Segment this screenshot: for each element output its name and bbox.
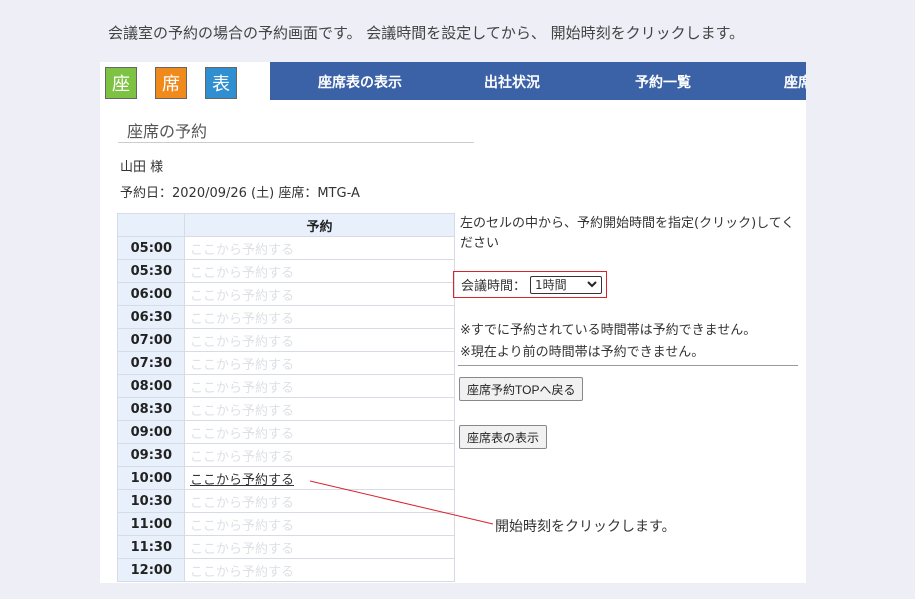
app-frame: 座 席 表 座席表の表示 出社状況 予約一覧 座席 座席の予約 山田 様 予約日… — [100, 62, 806, 583]
navbar: 座席表の表示 出社状況 予約一覧 座席 — [270, 62, 806, 100]
time-cell: 06:30 — [117, 305, 185, 329]
table-row: 07:00 ここから予約する — [117, 328, 455, 352]
note-booked: ※すでに予約されている時間帯は予約できません。 — [460, 323, 757, 338]
nav-item-reservation-list[interactable]: 予約一覧 — [635, 72, 691, 92]
time-slot-table: 予約 05:00 ここから予約する 05:30 ここから予約する 06:00 ここから予約… — [117, 213, 455, 582]
reserve-from-here-link[interactable]: ここから予約する — [190, 335, 294, 350]
page-title: 座席の予約 — [127, 122, 208, 141]
slot-cell: ここから予約する — [184, 259, 455, 283]
table-row: 09:00 ここから予約する — [117, 420, 455, 444]
table-header: 予約 — [184, 213, 455, 237]
slot-cell: ここから予約する — [184, 535, 455, 559]
notes-divider — [458, 365, 798, 366]
instruction-text: 左のセルの中から、予約開始時間を指定(クリック)してください — [460, 216, 795, 251]
time-cell: 05:00 — [117, 236, 185, 260]
time-cell: 11:00 — [117, 512, 185, 536]
reservation-info: 予約日：2020/09/26 (土) 座席：MTG-A — [120, 186, 360, 201]
duration-box: 会議時間： 1時間 — [453, 271, 607, 298]
table-row: 11:30 ここから予約する — [117, 535, 455, 559]
time-cell: 05:30 — [117, 259, 185, 283]
slot-cell: ここから予約する — [184, 351, 455, 375]
logo: 座 席 表 — [105, 67, 255, 99]
reserve-from-here-link[interactable]: ここから予約する — [190, 496, 294, 511]
reserve-from-here-link[interactable]: ここから予約する — [190, 473, 294, 488]
slot-cell: ここから予約する — [184, 443, 455, 467]
table-row: 12:00 ここから予約する — [117, 558, 455, 582]
nav-item-seat-chart[interactable]: 座席表の表示 — [318, 72, 402, 92]
reserve-from-here-link[interactable]: ここから予約する — [190, 450, 294, 465]
table-row: 11:00 ここから予約する — [117, 512, 455, 536]
reserve-from-here-link[interactable]: ここから予約する — [190, 427, 294, 442]
reserve-from-here-link[interactable]: ここから予約する — [190, 266, 294, 281]
logo-box-3: 表 — [205, 67, 237, 99]
title-divider — [118, 142, 474, 143]
table-row: 05:30 ここから予約する — [117, 259, 455, 283]
slot-cell: ここから予約する — [184, 489, 455, 513]
slot-cell: ここから予約する — [184, 236, 455, 260]
time-cell: 10:30 — [117, 489, 185, 513]
nav-item-attendance[interactable]: 出社状況 — [484, 72, 540, 92]
table-row: 08:30 ここから予約する — [117, 397, 455, 421]
time-cell: 07:30 — [117, 351, 185, 375]
slot-cell: ここから予約する — [184, 466, 455, 490]
reserve-from-here-link[interactable]: ここから予約する — [190, 565, 294, 580]
reserve-from-here-link[interactable]: ここから予約する — [190, 542, 294, 557]
note-past: ※現在より前の時間帯は予約できません。 — [460, 345, 705, 360]
chevron-down-icon — [587, 281, 597, 288]
table-row: 05:00 ここから予約する — [117, 236, 455, 260]
duration-select[interactable]: 1時間 — [530, 275, 603, 294]
reserve-from-here-link[interactable]: ここから予約する — [190, 289, 294, 304]
duration-value: 1時間 — [535, 278, 567, 292]
time-cell: 09:00 — [117, 420, 185, 444]
duration-label: 会議時間： — [461, 279, 527, 294]
reserve-from-here-link[interactable]: ここから予約する — [190, 404, 294, 419]
slot-cell: ここから予約する — [184, 328, 455, 352]
table-row: 09:30 ここから予約する — [117, 443, 455, 467]
table-row: 10:00 ここから予約する — [117, 466, 455, 490]
user-name: 山田 様 — [120, 160, 164, 175]
reserve-from-here-link[interactable]: ここから予約する — [190, 312, 294, 327]
slot-cell: ここから予約する — [184, 397, 455, 421]
slot-cell: ここから予約する — [184, 558, 455, 582]
caption-top: 会議室の予約の場合の予約画面です。 会議時間を設定してから、 開始時刻をクリック… — [108, 24, 745, 42]
time-cell: 08:30 — [117, 397, 185, 421]
slot-cell: ここから予約する — [184, 420, 455, 444]
nav-item-seat[interactable]: 座席 — [784, 72, 806, 92]
reserve-from-here-link[interactable]: ここから予約する — [190, 381, 294, 396]
logo-box-2: 席 — [155, 67, 187, 99]
back-to-top-button[interactable]: 座席予約TOPへ戻る — [459, 377, 584, 401]
seat-chart-button[interactable]: 座席表の表示 — [459, 425, 548, 449]
time-cell: 10:00 — [117, 466, 185, 490]
table-row: 08:00 ここから予約する — [117, 374, 455, 398]
table-row: 07:30 ここから予約する — [117, 351, 455, 375]
table-corner — [117, 213, 185, 237]
logo-box-1: 座 — [105, 67, 137, 99]
time-cell: 11:30 — [117, 535, 185, 559]
slot-cell: ここから予約する — [184, 305, 455, 329]
time-cell: 06:00 — [117, 282, 185, 306]
time-cell: 12:00 — [117, 558, 185, 582]
table-row: 10:30 ここから予約する — [117, 489, 455, 513]
reserve-from-here-link[interactable]: ここから予約する — [190, 358, 294, 373]
time-cell: 09:30 — [117, 443, 185, 467]
slot-cell: ここから予約する — [184, 512, 455, 536]
reserve-from-here-link[interactable]: ここから予約する — [190, 519, 294, 534]
slot-cell: ここから予約する — [184, 282, 455, 306]
caption-callout: 開始時刻をクリックします。 — [495, 519, 676, 535]
time-cell: 08:00 — [117, 374, 185, 398]
table-row: 06:00 ここから予約する — [117, 282, 455, 306]
time-cell: 07:00 — [117, 328, 185, 352]
slot-cell: ここから予約する — [184, 374, 455, 398]
table-row: 06:30 ここから予約する — [117, 305, 455, 329]
reserve-from-here-link[interactable]: ここから予約する — [190, 243, 294, 258]
